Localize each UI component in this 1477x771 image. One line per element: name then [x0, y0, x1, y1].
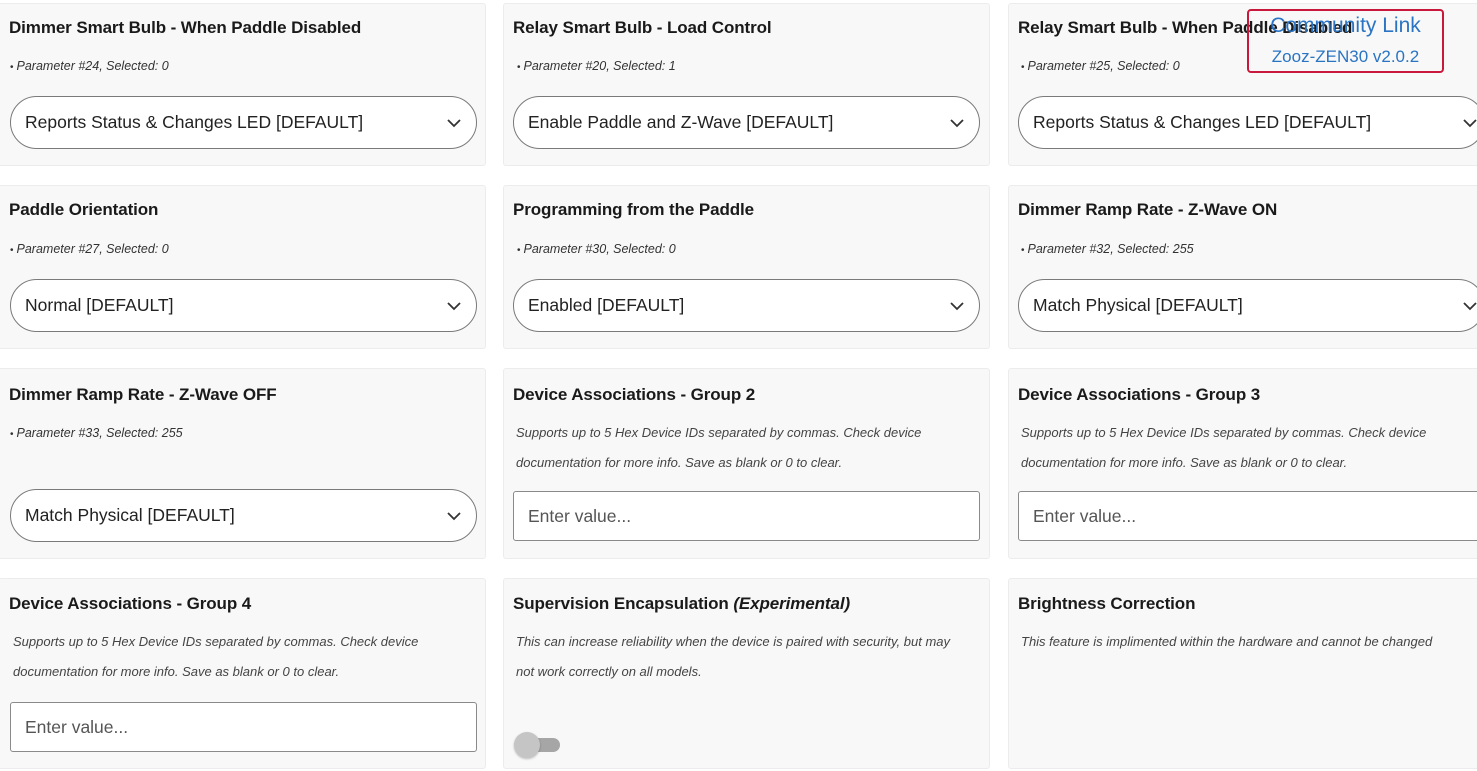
setting-card-param-24: Dimmer Smart Bulb - When Paddle Disabled… [0, 3, 486, 166]
setting-card-param-32: Dimmer Ramp Rate - Z-Wave ON • Parameter … [1008, 185, 1477, 349]
setting-card-param-30: Programming from the Paddle • Parameter #… [503, 185, 990, 349]
card-title: Programming from the Paddle [513, 200, 755, 219]
card-title: Dimmer Ramp Rate - Z-Wave ON [1018, 200, 1278, 219]
parameter-text: Parameter #24, Selected: 0 [16, 59, 169, 73]
card-title: Brightness Correction [1018, 594, 1196, 613]
setting-select[interactable]: Reports Status & Changes LED [DEFAULT] [1018, 96, 1477, 149]
card-description: Supports up to 5 Hex Device IDs separate… [13, 634, 419, 679]
setting-card-param-27: Paddle Orientation • Parameter #27, Selec… [0, 185, 486, 349]
device-version-link[interactable]: Zooz-ZEN30 v2.0.2 [1249, 47, 1442, 67]
parameter-info: • Parameter #33, Selected: 255 [10, 426, 183, 440]
selected-value: Enabled [DEFAULT] [528, 295, 685, 315]
parameter-info: • Parameter #27, Selected: 0 [10, 242, 169, 256]
chevron-down-icon [1463, 119, 1477, 128]
selected-value: Normal [DEFAULT] [25, 295, 174, 315]
chevron-down-icon [447, 302, 461, 311]
setting-select[interactable]: Match Physical [DEFAULT] [1018, 279, 1477, 332]
selected-value: Match Physical [DEFAULT] [25, 505, 235, 525]
card-description: This can increase reliability when the d… [516, 634, 951, 679]
card-description: This feature is implimented within the h… [1021, 634, 1433, 649]
setting-select[interactable]: Enable Paddle and Z-Wave [DEFAULT] [513, 96, 980, 149]
setting-card-param-33: Dimmer Ramp Rate - Z-Wave OFF • Parameter… [0, 368, 486, 559]
card-title: Paddle Orientation [9, 200, 159, 219]
toggle-knob [514, 732, 540, 758]
setting-card-param-20: Relay Smart Bulb - Load Control • Paramet… [503, 3, 990, 166]
setting-select[interactable]: Reports Status & Changes LED [DEFAULT] [10, 96, 477, 149]
setting-card-association-group-2: Device Associations - Group 2 Supports u… [503, 368, 990, 559]
association-group-4-input[interactable] [10, 702, 477, 752]
selected-value: Enable Paddle and Z-Wave [DEFAULT] [528, 112, 834, 132]
card-title: Supervision Encapsulation (Experimental) [513, 594, 850, 614]
card-title-text: Supervision Encapsulation [513, 594, 729, 613]
setting-card-association-group-4: Device Associations - Group 4 Supports u… [0, 578, 486, 769]
setting-card-brightness-correction: Brightness Correction This feature is im… [1008, 578, 1477, 769]
selected-value: Reports Status & Changes LED [DEFAULT] [25, 112, 364, 132]
chevron-down-icon [950, 302, 964, 311]
association-group-3-input[interactable] [1018, 491, 1477, 541]
chevron-down-icon [1463, 302, 1477, 311]
card-title: Dimmer Smart Bulb - When Paddle Disabled [9, 18, 362, 37]
community-link[interactable]: Community Link [1249, 14, 1442, 38]
parameter-text: Parameter #33, Selected: 255 [16, 426, 183, 440]
card-title: Relay Smart Bulb - Load Control [513, 18, 772, 37]
card-description: Supports up to 5 Hex Device IDs separate… [516, 425, 922, 470]
selected-value: Match Physical [DEFAULT] [1033, 295, 1243, 315]
parameter-text: Parameter #25, Selected: 0 [1027, 59, 1180, 73]
parameter-info: • Parameter #25, Selected: 0 [1021, 59, 1180, 73]
setting-select[interactable]: Enabled [DEFAULT] [513, 279, 980, 332]
card-title: Device Associations - Group 2 [513, 385, 756, 404]
card-description: Supports up to 5 Hex Device IDs separate… [1021, 425, 1427, 470]
chevron-down-icon [447, 512, 461, 521]
card-title: Device Associations - Group 3 [1018, 385, 1261, 404]
experimental-tag: (Experimental) [733, 594, 851, 613]
chevron-down-icon [447, 119, 461, 128]
supervision-toggle[interactable] [514, 732, 562, 758]
parameter-text: Parameter #32, Selected: 255 [1027, 242, 1194, 256]
selected-value: Reports Status & Changes LED [DEFAULT] [1033, 112, 1372, 132]
association-group-2-input[interactable] [513, 491, 980, 541]
chevron-down-icon [950, 119, 964, 128]
parameter-text: Parameter #20, Selected: 1 [523, 59, 676, 73]
community-link-box: Community Link Zooz-ZEN30 v2.0.2 [1247, 9, 1444, 73]
parameter-text: Parameter #30, Selected: 0 [523, 242, 676, 256]
setting-select[interactable]: Match Physical [DEFAULT] [10, 489, 477, 542]
card-title: Dimmer Ramp Rate - Z-Wave OFF [9, 385, 277, 404]
card-title: Device Associations - Group 4 [9, 594, 252, 613]
parameter-info: • Parameter #20, Selected: 1 [517, 59, 676, 73]
parameter-text: Parameter #27, Selected: 0 [16, 242, 169, 256]
parameter-info: • Parameter #24, Selected: 0 [10, 59, 169, 73]
setting-select[interactable]: Normal [DEFAULT] [10, 279, 477, 332]
parameter-info: • Parameter #30, Selected: 0 [517, 242, 676, 256]
parameter-info: • Parameter #32, Selected: 255 [1021, 242, 1194, 256]
setting-card-supervision-encapsulation: Supervision Encapsulation (Experimental)… [503, 578, 990, 769]
setting-card-association-group-3: Device Associations - Group 3 Supports u… [1008, 368, 1477, 559]
